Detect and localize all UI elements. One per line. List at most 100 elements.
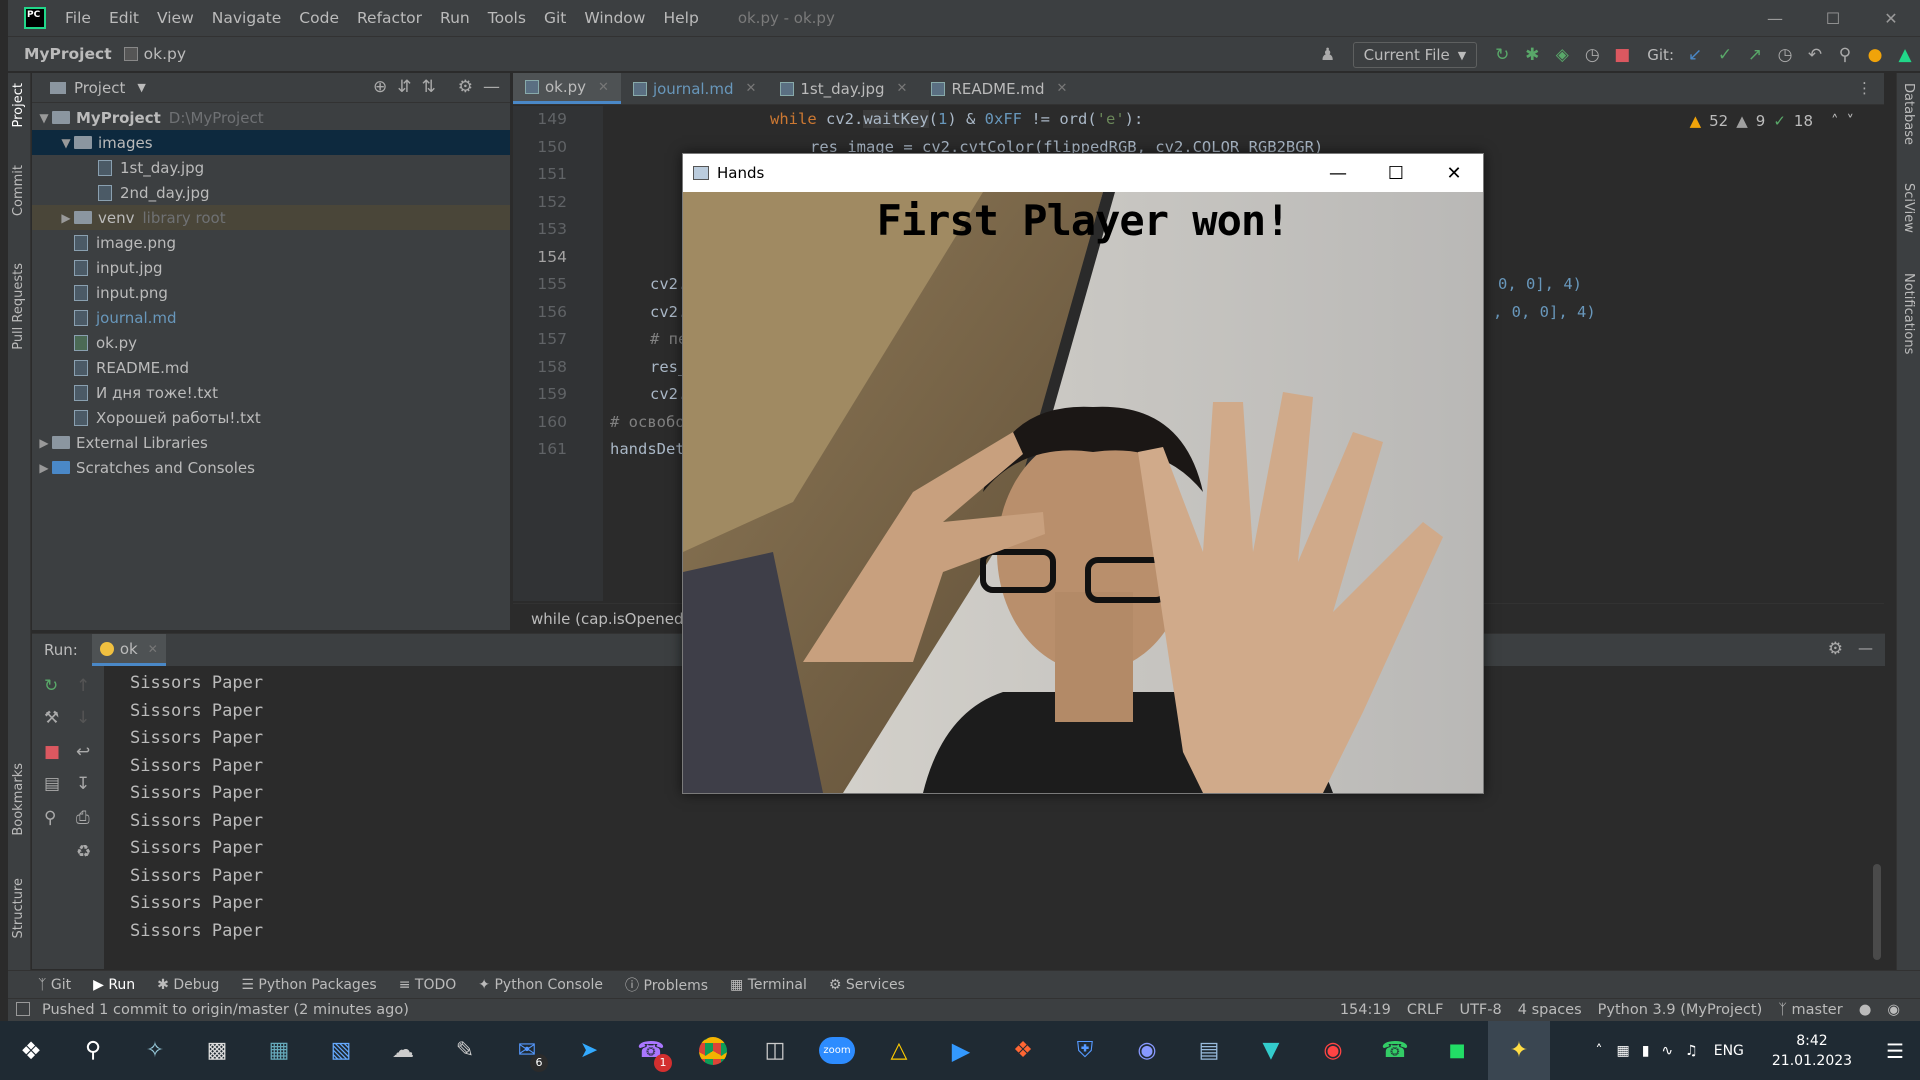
chrome-icon[interactable] xyxy=(682,1021,744,1080)
close-icon[interactable]: ✕ xyxy=(148,642,158,656)
mail-icon[interactable]: ✉ 6 xyxy=(496,1021,558,1080)
arrow-down-icon[interactable]: ↓ xyxy=(76,708,90,728)
close-icon[interactable]: ✕ xyxy=(745,81,756,96)
app-icon-3[interactable]: ☁ xyxy=(372,1021,434,1080)
run-tab-ok[interactable]: ok ✕ xyxy=(91,634,166,666)
wifi-icon[interactable]: ∿ xyxy=(1661,1043,1673,1059)
project-panel-title[interactable]: Project xyxy=(74,79,125,97)
chevron-right-icon[interactable]: ▶ xyxy=(36,461,52,475)
tree-item-myproject[interactable]: ▼ MyProject D:\MyProject xyxy=(32,105,510,130)
terminal-icon[interactable]: ▩ xyxy=(186,1021,248,1080)
tool-tab-run[interactable]: ▶ Run xyxy=(93,977,135,993)
close-icon[interactable]: ✕ xyxy=(897,81,908,96)
tree-item-ok-py[interactable]: ok.py xyxy=(32,330,510,355)
whatsapp-icon[interactable]: ☎ xyxy=(1364,1021,1426,1080)
scroll-to-end-icon[interactable]: ↧ xyxy=(76,774,90,794)
chevron-up-icon[interactable]: ˄ xyxy=(1831,112,1839,130)
locate-icon[interactable]: ⊕ xyxy=(373,77,387,97)
tree-item-images[interactable]: ▼ images xyxy=(32,130,510,155)
tool-project[interactable]: Project xyxy=(11,83,26,127)
run-configuration-select[interactable]: Current File ▼ xyxy=(1352,42,1478,68)
tool-bookmarks[interactable]: Bookmarks xyxy=(11,763,26,836)
tool-database[interactable]: Database xyxy=(1901,83,1916,145)
expand-all-icon[interactable]: ⇵ xyxy=(397,77,411,97)
tab-ok-py[interactable]: ok.py ✕ xyxy=(513,73,621,104)
stop-icon[interactable]: ■ xyxy=(44,742,60,762)
tab-readme-md[interactable]: README.md ✕ xyxy=(919,73,1079,104)
menu-window[interactable]: Window xyxy=(575,9,654,27)
app-icon-1[interactable]: ✧ xyxy=(124,1021,186,1080)
search-icon[interactable]: ⚲ xyxy=(62,1021,124,1080)
zoom-icon[interactable]: zoom xyxy=(806,1021,868,1080)
start-button[interactable]: ❖ xyxy=(0,1021,62,1080)
menu-tools[interactable]: Tools xyxy=(479,9,535,27)
app-icon-5[interactable]: △ xyxy=(868,1021,930,1080)
soft-wrap-icon[interactable]: ↩ xyxy=(76,742,90,762)
menu-edit[interactable]: Edit xyxy=(100,9,148,27)
tool-tab-todo[interactable]: ≡ TODO xyxy=(399,977,457,993)
gear-icon[interactable]: ⚙ xyxy=(1828,639,1843,659)
tool-tab-terminal[interactable]: ▦ Terminal xyxy=(730,977,807,993)
tool-pull-requests[interactable]: Pull Requests xyxy=(11,263,26,350)
rerun-icon[interactable]: ↻ xyxy=(1487,40,1517,70)
menu-refactor[interactable]: Refactor xyxy=(348,9,431,27)
app-icon-8[interactable]: ▤ xyxy=(1178,1021,1240,1080)
git-branch[interactable]: ᛉ master xyxy=(1778,1002,1842,1018)
indent-setting[interactable]: 4 spaces xyxy=(1518,1002,1582,1018)
app-icon-7[interactable]: ❖ xyxy=(992,1021,1054,1080)
tree-item-2nd-day[interactable]: 2nd_day.jpg xyxy=(32,180,510,205)
memory-icon[interactable]: ◉ xyxy=(1887,1002,1900,1018)
file-encoding[interactable]: UTF-8 xyxy=(1459,1002,1501,1018)
tool-tab-git[interactable]: ᛉ Git xyxy=(38,977,71,993)
close-icon[interactable]: ✕ xyxy=(1057,81,1068,96)
tool-tab-python-console[interactable]: ✦ Python Console xyxy=(478,977,603,993)
tab-1st-day-jpg[interactable]: 1st_day.jpg ✕ xyxy=(768,73,919,104)
tree-item-txt-1[interactable]: И дня тоже!.txt xyxy=(32,380,510,405)
tree-item-external-libraries[interactable]: ▶ External Libraries xyxy=(32,430,510,455)
debug-icon[interactable]: ✱ xyxy=(1517,40,1547,70)
python-taskbar-icon[interactable]: ✦ xyxy=(1488,1021,1550,1080)
wrench-icon[interactable]: ⚒ xyxy=(44,708,59,728)
caret-position[interactable]: 154:19 xyxy=(1340,1002,1391,1018)
close-icon[interactable]: ✕ xyxy=(598,80,609,95)
stop-icon[interactable]: ■ xyxy=(1607,40,1637,70)
tree-item-image-png[interactable]: image.png xyxy=(32,230,510,255)
search-icon[interactable]: ⚲ xyxy=(1830,40,1860,70)
trash-icon[interactable]: ♻ xyxy=(76,842,91,862)
hide-icon[interactable]: — xyxy=(483,77,500,97)
tool-tab-python-packages[interactable]: ☰ Python Packages xyxy=(241,977,376,993)
gear-icon[interactable]: ⚙ xyxy=(458,77,473,97)
chevron-right-icon[interactable]: ▶ xyxy=(36,436,52,450)
more-icon[interactable]: ⋮ xyxy=(1857,79,1872,97)
menu-git[interactable]: Git xyxy=(535,9,575,27)
breadcrumb-project[interactable]: MyProject xyxy=(24,45,112,63)
hands-window[interactable]: Hands — ☐ ✕ First Player won! xyxy=(682,153,1484,794)
close-icon[interactable]: ✕ xyxy=(1425,154,1483,192)
python-interpreter[interactable]: Python 3.9 (MyProject) xyxy=(1598,1002,1763,1018)
chevron-down-icon[interactable]: ▼ xyxy=(36,111,52,125)
language-indicator[interactable]: ENG xyxy=(1714,1043,1744,1059)
app-icon-6[interactable]: ▶ xyxy=(930,1021,992,1080)
menu-run[interactable]: Run xyxy=(431,9,479,27)
line-separator[interactable]: CRLF xyxy=(1407,1002,1444,1018)
menu-code[interactable]: Code xyxy=(290,9,348,27)
tool-commit[interactable]: Commit xyxy=(11,165,26,216)
discord-icon[interactable]: ◉ xyxy=(1116,1021,1178,1080)
tree-item-readme[interactable]: README.md xyxy=(32,355,510,380)
layout-icon[interactable]: ▤ xyxy=(44,774,60,794)
tree-item-input-jpg[interactable]: input.jpg xyxy=(32,255,510,280)
menu-help[interactable]: Help xyxy=(654,9,707,27)
tree-item-scratches[interactable]: ▶ Scratches and Consoles xyxy=(32,455,510,480)
close-icon[interactable]: ✕ xyxy=(1862,0,1920,36)
tool-tab-debug[interactable]: ✱ Debug xyxy=(157,977,219,993)
tool-notifications[interactable]: Notifications xyxy=(1901,273,1916,354)
rollback-icon[interactable]: ↶ xyxy=(1800,40,1830,70)
tool-structure[interactable]: Structure xyxy=(11,878,26,938)
hide-icon[interactable]: — xyxy=(1858,639,1873,657)
chevron-down-icon[interactable]: ˅ xyxy=(1847,112,1855,130)
breadcrumb-file[interactable]: ok.py xyxy=(144,45,186,63)
history-icon[interactable]: ◷ xyxy=(1770,40,1800,70)
telegram-icon[interactable]: ➤ xyxy=(558,1021,620,1080)
git-push-icon[interactable]: ↗ xyxy=(1740,40,1770,70)
tree-item-venv[interactable]: ▶ venv library root xyxy=(32,205,510,230)
